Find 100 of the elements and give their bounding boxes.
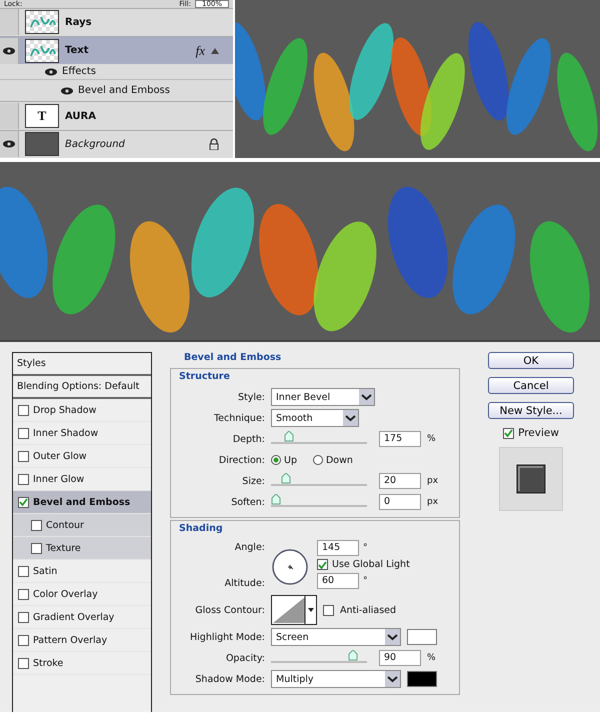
slider[interactable]	[271, 472, 367, 486]
style-item[interactable]: Bevel and Emboss	[13, 491, 151, 514]
number-field[interactable]: 0	[379, 494, 421, 510]
style-label: Bevel and Emboss	[33, 496, 130, 508]
dropdown[interactable]: Screen	[271, 628, 401, 646]
number-field[interactable]: 60	[317, 573, 359, 589]
style-item[interactable]: Outer Glow	[13, 445, 151, 468]
checkbox[interactable]	[317, 559, 328, 570]
style-item[interactable]: Color Overlay	[13, 583, 151, 606]
number-field[interactable]: 175	[379, 431, 421, 447]
checkbox[interactable]	[18, 404, 29, 416]
style-item[interactable]: Drop Shadow	[13, 399, 151, 422]
field-label: Altitude:	[224, 578, 265, 589]
dialog-button[interactable]: OK	[488, 352, 574, 369]
dropdown[interactable]: Inner Bevel	[271, 388, 375, 406]
layer-row[interactable]: T AURA	[0, 101, 233, 130]
triangle-icon[interactable]	[211, 48, 219, 54]
slider-thumb[interactable]	[284, 430, 294, 442]
radio-button[interactable]	[312, 455, 323, 465]
group-title: Structure	[179, 371, 231, 382]
visibility-toggle[interactable]	[0, 38, 19, 64]
field-label: Technique:	[212, 412, 265, 424]
dialog-button[interactable]: New Style...	[488, 402, 574, 419]
radio-button[interactable]	[271, 455, 281, 465]
slider-thumb[interactable]	[348, 650, 358, 660]
visibility-toggle[interactable]	[0, 131, 19, 158]
checkbox[interactable]	[323, 604, 334, 616]
checkbox-label: Anti-aliased	[340, 604, 396, 616]
visibility-toggle[interactable]	[0, 103, 19, 130]
color-swatch[interactable]	[407, 629, 437, 645]
eye-icon[interactable]	[44, 66, 58, 77]
slider[interactable]	[271, 650, 367, 662]
checkbox[interactable]	[18, 658, 29, 668]
style-label: Gradient Overlay	[33, 612, 114, 622]
checkbox[interactable]	[18, 634, 29, 646]
visibility-toggle[interactable]	[0, 9, 19, 36]
layer-name: Text	[65, 45, 90, 56]
angle-dial-icon[interactable]	[271, 548, 309, 586]
style-label: Outer Glow	[33, 450, 87, 462]
layer-row[interactable]: Rays	[0, 8, 233, 36]
effects-row[interactable]: Effects	[0, 64, 233, 79]
dialog-button[interactable]: Cancel	[488, 377, 574, 394]
checkbox[interactable]	[31, 542, 42, 554]
unit-label: °	[363, 576, 368, 586]
checkbox[interactable]	[18, 496, 29, 508]
section-title: Bevel and Emboss	[183, 352, 282, 363]
bevel-square-icon	[516, 464, 546, 494]
checkmark-icon	[19, 498, 28, 506]
checkbox[interactable]	[31, 520, 42, 530]
color-swatch[interactable]	[407, 671, 437, 687]
field-label: Shadow Mode:	[194, 674, 265, 684]
style-item[interactable]: Contour	[13, 514, 151, 537]
slider[interactable]	[271, 430, 367, 444]
dropdown[interactable]: Multiply	[271, 670, 401, 688]
style-label: Inner Shadow	[33, 428, 98, 438]
eye-icon[interactable]	[2, 46, 16, 56]
style-item[interactable]: Gradient Overlay	[13, 606, 151, 629]
field-label: Highlight Mode:	[189, 632, 265, 642]
number-field[interactable]: 90	[379, 650, 421, 666]
slider-thumb[interactable]	[271, 494, 281, 504]
unit-label: %	[427, 434, 436, 444]
checkbox[interactable]	[18, 566, 29, 576]
layer-thumbnail	[25, 132, 59, 156]
fx-label: fx	[196, 42, 205, 59]
eye-icon[interactable]	[2, 139, 16, 150]
number-field[interactable]: 145	[317, 540, 359, 556]
style-label: Drop Shadow	[33, 404, 96, 416]
style-item[interactable]: Inner Shadow	[13, 422, 151, 445]
checkbox[interactable]	[18, 450, 29, 462]
style-label: Contour	[46, 520, 84, 530]
slider-thumb[interactable]	[281, 472, 292, 484]
unit-label: %	[427, 653, 436, 663]
layer-row[interactable]: Text fx	[0, 36, 233, 64]
style-item[interactable]: Satin	[13, 560, 151, 583]
field-label: Style:	[236, 392, 265, 402]
checkbox[interactable]	[18, 428, 29, 438]
dropdown[interactable]: Smooth	[271, 409, 359, 427]
unit-label: °	[363, 543, 368, 553]
contour-picker[interactable]	[271, 595, 317, 625]
style-item[interactable]: Pattern Overlay	[13, 629, 151, 652]
field-label: Opacity:	[224, 652, 265, 664]
style-item[interactable]: Stroke	[13, 652, 151, 675]
number-field[interactable]: 20	[379, 473, 421, 489]
field-label: Soften:	[230, 496, 265, 508]
checkbox[interactable]	[18, 474, 29, 484]
styles-header[interactable]: Styles	[13, 353, 151, 376]
eye-icon[interactable]	[60, 86, 74, 96]
layer-row[interactable]: Background	[0, 130, 233, 158]
blending-options-item[interactable]: Blending Options: Default	[13, 376, 151, 399]
checkbox[interactable]	[503, 428, 514, 438]
checkbox[interactable]	[18, 612, 29, 622]
unit-label: px	[427, 476, 438, 486]
radio-option[interactable]: Down	[312, 454, 353, 466]
style-item[interactable]: Texture	[13, 537, 151, 560]
slider[interactable]	[271, 494, 367, 506]
checkbox[interactable]	[18, 588, 29, 600]
radio-option[interactable]: Up	[271, 454, 297, 466]
layer-name: Rays	[65, 16, 93, 28]
checkmark-icon	[504, 429, 514, 437]
effect-row[interactable]: Bevel and Emboss	[0, 78, 233, 102]
